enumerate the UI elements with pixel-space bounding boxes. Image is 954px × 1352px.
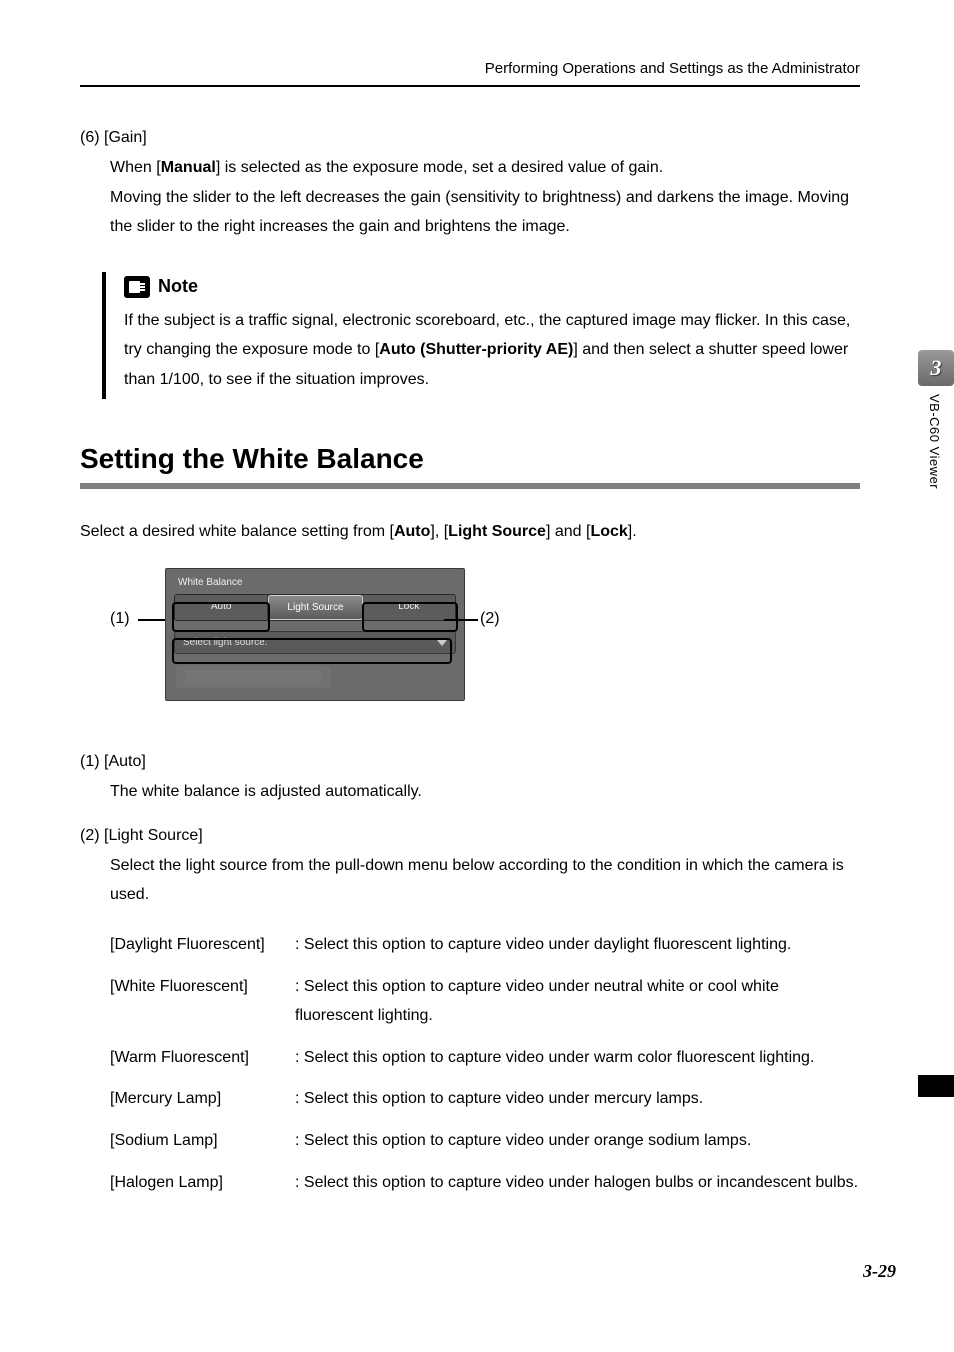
note-box: Note If the subject is a traffic signal,… xyxy=(102,272,860,399)
ls-key: [Sodium Lamp] xyxy=(110,1126,295,1156)
bold-manual: Manual xyxy=(161,159,216,176)
item-6-body-2: Moving the slider to the left decreases … xyxy=(110,183,860,242)
page-number: 3-29 xyxy=(863,1261,896,1282)
def-1-num: (1) xyxy=(80,753,100,770)
ls-row-white-fluorescent: [White Fluorescent] : Select this option… xyxy=(110,972,860,1031)
def-2-body: Select the light source from the pull-do… xyxy=(110,851,860,910)
callout-2: (2) xyxy=(480,610,500,628)
def-light-source: (2) [Light Source] Select the light sour… xyxy=(80,827,860,910)
ls-val: : Select this option to capture video un… xyxy=(295,1043,860,1073)
ls-row-sodium-lamp: [Sodium Lamp] : Select this option to ca… xyxy=(110,1126,860,1156)
ls-val: : Select this option to capture video un… xyxy=(295,972,860,1031)
header-rule xyxy=(80,85,860,87)
heading-rule xyxy=(80,483,860,489)
ls-row-halogen-lamp: [Halogen Lamp] : Select this option to c… xyxy=(110,1168,860,1198)
callout-1: (1) xyxy=(110,610,130,628)
def-1-title: [Auto] xyxy=(104,753,146,770)
running-header: Performing Operations and Settings as th… xyxy=(80,60,860,77)
light-source-options: [Daylight Fluorescent] : Select this opt… xyxy=(110,930,860,1197)
chapter-number-badge: 3 xyxy=(918,350,954,386)
ls-val: : Select this option to capture video un… xyxy=(295,1126,860,1156)
ls-row-daylight-fluorescent: [Daylight Fluorescent] : Select this opt… xyxy=(110,930,860,960)
item-6-heading: (6) [Gain] xyxy=(80,129,860,147)
ls-key: [Mercury Lamp] xyxy=(110,1084,295,1114)
text: ]. xyxy=(628,523,637,540)
section-heading-white-balance: Setting the White Balance xyxy=(80,443,860,475)
def-1-body: The white balance is adjusted automatica… xyxy=(110,777,860,807)
bold-auto-ae: Auto (Shutter-priority AE) xyxy=(379,341,573,358)
side-marker xyxy=(918,1075,954,1097)
text: ] and [ xyxy=(546,523,590,540)
text: Select a desired white balance setting f… xyxy=(80,523,394,540)
ls-row-mercury-lamp: [Mercury Lamp] : Select this option to c… xyxy=(110,1084,860,1114)
ls-key: [Daylight Fluorescent] xyxy=(110,930,295,960)
white-balance-ui-figure: (1) White Balance Auto Light Source Lock… xyxy=(110,568,860,723)
note-icon xyxy=(124,276,150,298)
note-body: If the subject is a traffic signal, elec… xyxy=(124,306,860,395)
chapter-side-tab: 3 VB-C60 Viewer xyxy=(918,350,954,489)
callout-outline-dropdown xyxy=(172,638,452,664)
ls-val: : Select this option to capture video un… xyxy=(295,1168,860,1198)
ls-val: : Select this option to capture video un… xyxy=(295,1084,860,1114)
ls-key: [Warm Fluorescent] xyxy=(110,1043,295,1073)
item-6-body: When [Manual] is selected as the exposur… xyxy=(110,153,860,183)
text: When [ xyxy=(110,159,161,176)
item-6-title: [Gain] xyxy=(104,129,147,146)
def-2-num: (2) xyxy=(80,827,100,844)
bold-light-source: Light Source xyxy=(448,523,546,540)
intro-text: Select a desired white balance setting f… xyxy=(80,517,860,547)
def-2-title: [Light Source] xyxy=(104,827,203,844)
text: ], [ xyxy=(430,523,448,540)
disabled-button xyxy=(176,666,331,688)
bold-auto: Auto xyxy=(394,523,430,540)
item-6-num: (6) xyxy=(80,129,100,146)
text: If the subject is a traffic signal, elec… xyxy=(124,312,760,329)
ls-val: : Select this option to capture video un… xyxy=(295,930,860,960)
callout-outline-lock xyxy=(362,602,458,632)
panel-title: White Balance xyxy=(174,569,456,594)
text: ] is selected as the exposure mode, set … xyxy=(216,159,663,176)
callout-outline-auto xyxy=(172,602,270,632)
callout-line-2 xyxy=(444,619,478,621)
ls-key: [Halogen Lamp] xyxy=(110,1168,295,1198)
def-auto: (1) [Auto] The white balance is adjusted… xyxy=(80,753,860,807)
wb-tab-light-source[interactable]: Light Source xyxy=(268,595,362,620)
white-balance-panel: White Balance Auto Light Source Lock Sel… xyxy=(165,568,465,701)
bold-lock: Lock xyxy=(590,523,627,540)
chapter-label: VB-C60 Viewer xyxy=(927,394,942,489)
note-label: Note xyxy=(158,276,198,297)
section-gain: (6) [Gain] When [Manual] is selected as … xyxy=(80,129,860,242)
ls-row-warm-fluorescent: [Warm Fluorescent] : Select this option … xyxy=(110,1043,860,1073)
ls-key: [White Fluorescent] xyxy=(110,972,295,1031)
